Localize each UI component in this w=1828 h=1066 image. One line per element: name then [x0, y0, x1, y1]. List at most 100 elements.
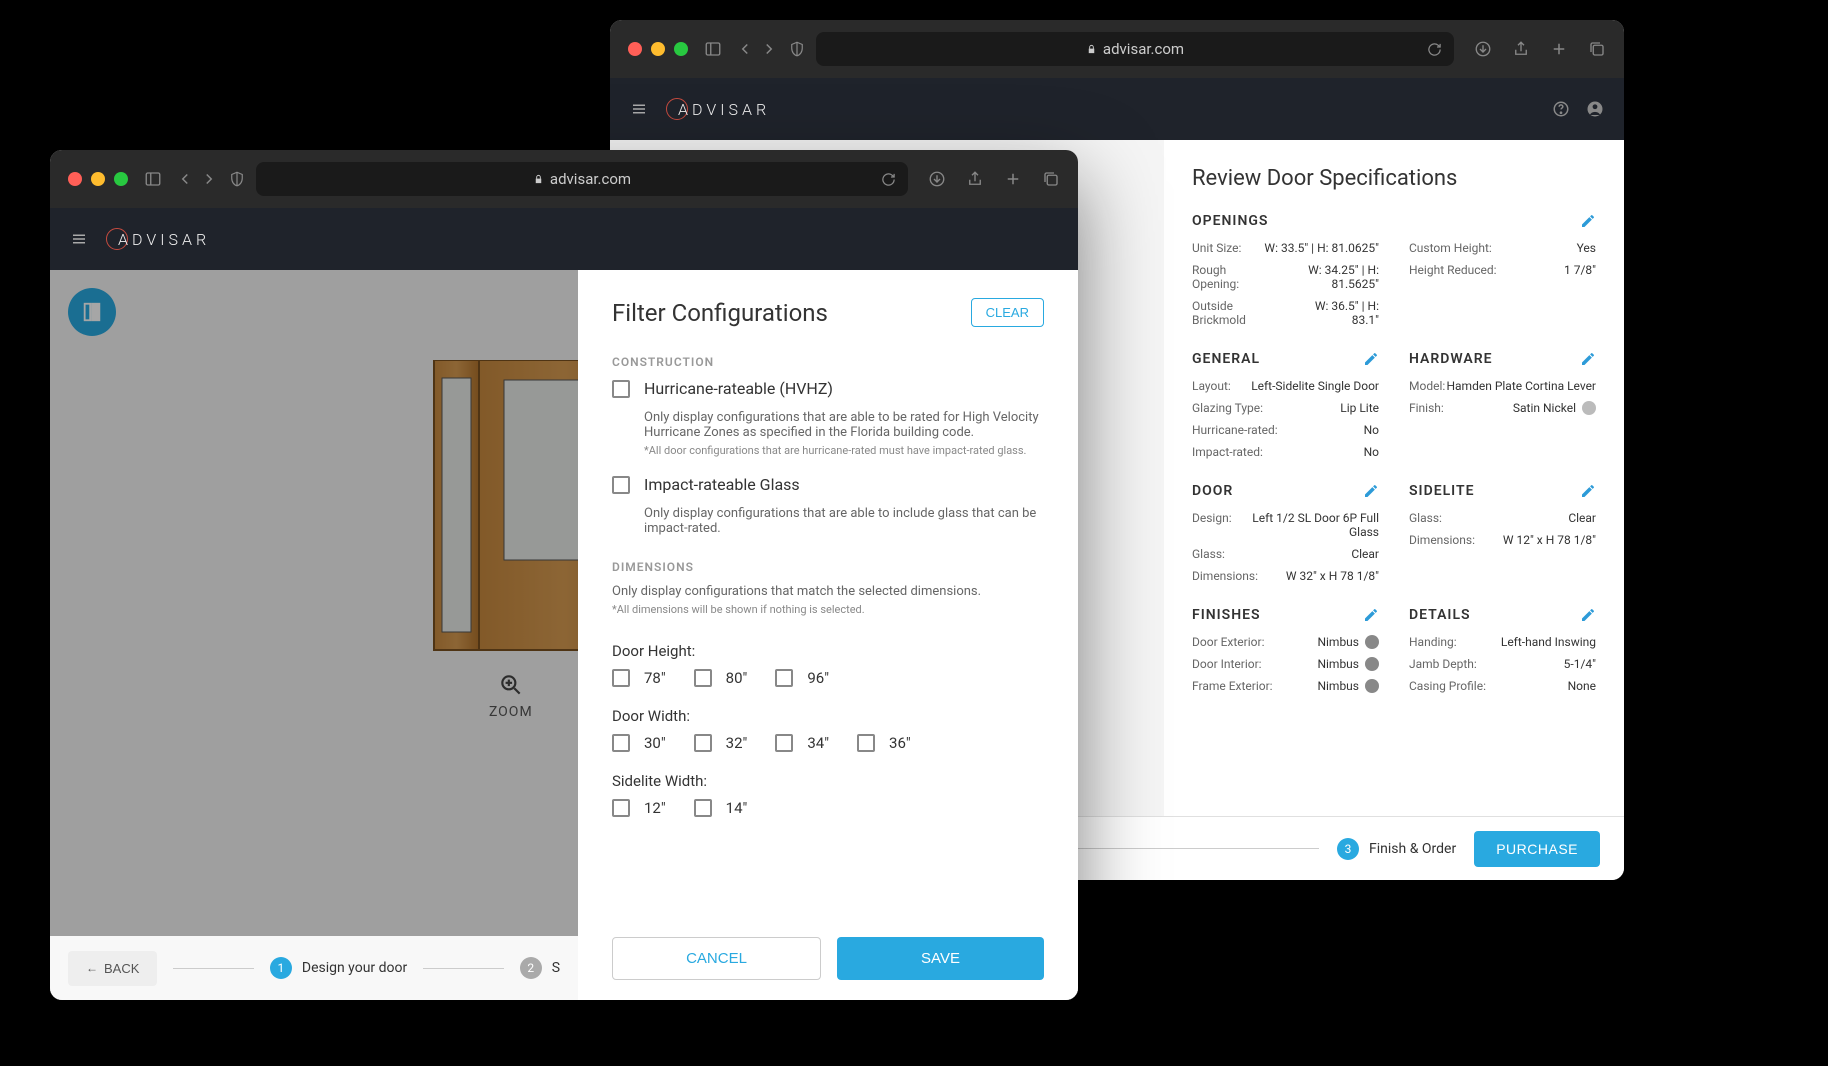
edit-icon[interactable] [1363, 483, 1379, 499]
step-finish-order[interactable]: 3 Finish & Order [1337, 838, 1456, 860]
menu-icon[interactable] [70, 230, 88, 248]
checkbox-width-34[interactable]: 34" [775, 733, 829, 752]
edit-icon[interactable] [1580, 483, 1596, 499]
minimize-icon[interactable] [91, 172, 105, 186]
maximize-icon[interactable] [674, 42, 688, 56]
nav-forward-icon[interactable] [200, 170, 218, 188]
url-bar[interactable]: advisar.com [816, 32, 1454, 66]
checkbox-icon[interactable] [694, 799, 712, 817]
new-tab-icon[interactable] [1550, 40, 1568, 58]
section-general: GENERAL [1192, 351, 1260, 367]
checkbox-sidelite-14[interactable]: 14" [694, 798, 748, 817]
checkbox-height-78[interactable]: 78" [612, 668, 666, 687]
finish-swatch [1582, 401, 1596, 415]
section-openings: OPENINGS [1192, 213, 1268, 229]
reload-icon[interactable] [881, 172, 896, 187]
step-2[interactable]: 2S [520, 957, 560, 979]
menu-icon[interactable] [630, 100, 648, 118]
new-tab-icon[interactable] [1004, 170, 1022, 188]
checkbox-icon[interactable] [612, 380, 630, 398]
checkbox-width-36[interactable]: 36" [857, 733, 911, 752]
sidebar-toggle-icon[interactable] [704, 40, 722, 58]
checkbox-icon[interactable] [612, 799, 630, 817]
checkbox-icon[interactable] [775, 734, 793, 752]
tabs-icon[interactable] [1042, 170, 1060, 188]
checkbox-icon[interactable] [775, 669, 793, 687]
app-header: ADVISAR [610, 78, 1624, 140]
help-icon[interactable] [1552, 100, 1570, 118]
download-icon[interactable] [928, 170, 946, 188]
nav-back-icon[interactable] [736, 40, 754, 58]
edit-icon[interactable] [1363, 607, 1379, 623]
shield-icon[interactable] [788, 40, 806, 58]
design-content: ZOOM RESET ←BACK 1Design your door 2S Fi… [50, 270, 1078, 1000]
filter-window: advisar.com ADVISAR [50, 150, 1078, 1000]
share-icon[interactable] [966, 170, 984, 188]
checkbox-icon[interactable] [612, 476, 630, 494]
checkbox-icon[interactable] [694, 734, 712, 752]
checkbox-icon[interactable] [612, 669, 630, 687]
tabs-icon[interactable] [1588, 40, 1606, 58]
cancel-button[interactable]: CANCEL [612, 937, 821, 980]
section-sidelite: SIDELITE [1409, 483, 1474, 499]
nav-back-icon[interactable] [176, 170, 194, 188]
label-sidelite-width: Sidelite Width: [612, 772, 1044, 790]
url-bar[interactable]: advisar.com [256, 162, 908, 196]
openings-left: Unit Size:W: 33.5" | H: 81.0625" Rough O… [1192, 237, 1379, 331]
checkbox-width-30[interactable]: 30" [612, 733, 666, 752]
back-button[interactable]: ←BACK [68, 951, 157, 986]
traffic-lights [628, 42, 688, 56]
browser-titlebar: advisar.com [610, 20, 1624, 78]
sidebar-toggle-icon[interactable] [144, 170, 162, 188]
save-button[interactable]: SAVE [837, 937, 1044, 980]
section-details: DETAILS [1409, 607, 1471, 623]
finish-swatch [1365, 679, 1379, 693]
minimize-icon[interactable] [651, 42, 665, 56]
section-hardware: HARDWARE [1409, 351, 1493, 367]
purchase-button[interactable]: PURCHASE [1474, 831, 1600, 867]
finish-swatch [1365, 657, 1379, 671]
lock-icon [533, 174, 544, 185]
share-icon[interactable] [1512, 40, 1530, 58]
checkbox-hurricane[interactable]: Hurricane-rateable (HVHZ) [612, 379, 1044, 398]
checkbox-width-32[interactable]: 32" [694, 733, 748, 752]
finish-swatch [1365, 635, 1379, 649]
step-design[interactable]: 1Design your door [270, 957, 407, 979]
url-text: advisar.com [550, 170, 631, 188]
checkbox-impact[interactable]: Impact-rateable Glass [612, 475, 1044, 494]
edit-icon[interactable] [1580, 213, 1596, 229]
close-icon[interactable] [628, 42, 642, 56]
section-door: DOOR [1192, 483, 1233, 499]
edit-icon[interactable] [1363, 351, 1379, 367]
openings-right: Custom Height:Yes Height Reduced:1 7/8" [1409, 237, 1596, 331]
brand-logo[interactable]: ADVISAR [666, 98, 770, 120]
checkbox-height-80[interactable]: 80" [694, 668, 748, 687]
nav-forward-icon[interactable] [760, 40, 778, 58]
close-icon[interactable] [68, 172, 82, 186]
url-text: advisar.com [1103, 40, 1184, 58]
spec-panel: Review Door Specifications OPENINGS Unit… [1164, 140, 1624, 816]
label-door-height: Door Height: [612, 642, 1044, 660]
browser-titlebar: advisar.com [50, 150, 1078, 208]
checkbox-sidelite-12[interactable]: 12" [612, 798, 666, 817]
shield-icon[interactable] [228, 170, 246, 188]
reload-icon[interactable] [1427, 42, 1442, 57]
edit-icon[interactable] [1580, 607, 1596, 623]
section-construction: CONSTRUCTION [612, 355, 1044, 369]
checkbox-icon[interactable] [694, 669, 712, 687]
edit-icon[interactable] [1580, 351, 1596, 367]
checkbox-height-96[interactable]: 96" [775, 668, 829, 687]
stepper-bar: ←BACK 1Design your door 2S [50, 936, 578, 1000]
checkbox-icon[interactable] [612, 734, 630, 752]
clear-button[interactable]: CLEAR [971, 298, 1044, 327]
download-icon[interactable] [1474, 40, 1492, 58]
maximize-icon[interactable] [114, 172, 128, 186]
brand-logo[interactable]: ADVISAR [106, 228, 210, 250]
lock-icon [1086, 44, 1097, 55]
section-dimensions: DIMENSIONS [612, 560, 1044, 574]
account-icon[interactable] [1586, 100, 1604, 118]
traffic-lights [68, 172, 128, 186]
filter-title: Filter Configurations [612, 299, 828, 327]
filter-panel: Filter Configurations CLEAR CONSTRUCTION… [578, 270, 1078, 1000]
checkbox-icon[interactable] [857, 734, 875, 752]
